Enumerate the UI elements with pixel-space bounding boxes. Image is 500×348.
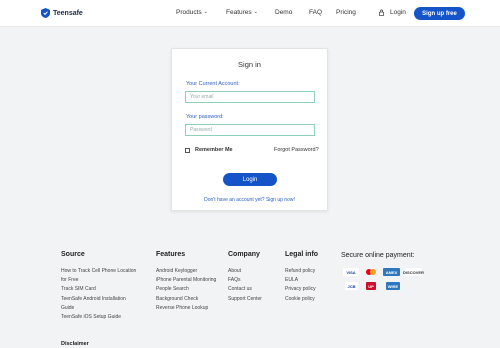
footer-link[interactable]: EULA: [285, 276, 335, 285]
password-field[interactable]: Password: [185, 124, 315, 136]
nav-login[interactable]: Login: [378, 9, 406, 16]
footer-link[interactable]: Background Check: [156, 295, 218, 304]
footer-link[interactable]: TeenSafe iOS Setup Guide: [61, 313, 139, 322]
shield-logo-icon: [41, 8, 50, 18]
chevron-down-icon: ⌄: [203, 9, 208, 15]
nav-pricing[interactable]: Pricing: [336, 9, 356, 16]
wire-transfer-icon: WIRE: [386, 282, 400, 290]
disclaimer-link[interactable]: Disclaimer: [61, 341, 89, 347]
footer-link[interactable]: FAQs: [228, 276, 278, 285]
footer-link[interactable]: Contact us: [228, 285, 278, 294]
footer-link[interactable]: Android Keylogger: [156, 267, 218, 276]
logo-text: Teensafe: [53, 9, 83, 17]
footer-link[interactable]: Track SIM Card: [61, 285, 139, 294]
footer-link[interactable]: People Search: [156, 285, 218, 294]
discover-icon: DISCOVER: [403, 268, 424, 276]
footer-link[interactable]: Cookie policy: [285, 295, 335, 304]
mastercard-icon: [364, 268, 378, 276]
chevron-down-icon: ⌄: [253, 9, 258, 15]
top-navbar: Teensafe Products ⌄ Features ⌄ Demo FAQ Pr…: [0, 0, 500, 27]
unionpay-icon: UP: [366, 282, 376, 290]
footer-link[interactable]: Support Center: [228, 295, 278, 304]
secure-payment-title: Secure online payment:: [341, 252, 415, 259]
remember-me[interactable]: Remember Me: [185, 147, 233, 153]
footer-source-title: Source: [61, 251, 85, 258]
nav-login-label: Login: [390, 9, 406, 16]
lock-icon: [378, 9, 385, 16]
jcb-icon: JCB: [345, 282, 358, 290]
nav-features-label: Features: [226, 9, 252, 16]
mastercard-orange-circle: [370, 269, 376, 275]
footer-legal-title: Legal info: [285, 251, 319, 258]
footer-legal-list: Refund policy EULA Privacy policy Cookie…: [285, 267, 335, 304]
signin-card: Sign in Your Current Account: Your email…: [171, 48, 328, 211]
nav-features[interactable]: Features ⌄: [226, 9, 258, 16]
nav-products[interactable]: Products ⌄: [176, 9, 208, 16]
login-button[interactable]: Login: [223, 173, 277, 186]
footer-link[interactable]: TeenSafe Android Installation Guide: [61, 295, 139, 313]
nav-demo[interactable]: Demo: [275, 9, 292, 16]
account-label: Your Current Account:: [186, 81, 240, 87]
footer-link[interactable]: Refund policy: [285, 267, 335, 276]
footer-link[interactable]: Privacy policy: [285, 285, 335, 294]
footer-features-title: Features: [156, 251, 186, 258]
footer-company-list: About FAQs Contact us Support Center: [228, 267, 278, 304]
signup-button[interactable]: Sign up free: [414, 7, 465, 20]
footer-link[interactable]: iPhone Parental Monitoring: [156, 276, 218, 285]
footer-link[interactable]: Reverse Phone Lookup: [156, 304, 218, 313]
remember-label: Remember Me: [195, 147, 233, 153]
remember-checkbox[interactable]: [185, 147, 190, 153]
footer-link[interactable]: How to Track Cell Phone Location for Fre…: [61, 267, 139, 285]
footer-features-list: Android Keylogger iPhone Parental Monito…: [156, 267, 218, 313]
email-field[interactable]: Your email: [185, 91, 315, 103]
signup-link[interactable]: Don't have an account yet? Sign up now!: [172, 197, 327, 203]
signin-title: Sign in: [238, 60, 261, 69]
footer-source-list: How to Track Cell Phone Location for Fre…: [61, 267, 139, 322]
visa-icon: VISA: [343, 268, 359, 276]
nav-products-label: Products: [176, 9, 202, 16]
forgot-password-link[interactable]: Forgot Password?: [274, 147, 319, 153]
footer-company-title: Company: [228, 251, 260, 258]
logo[interactable]: Teensafe: [41, 8, 83, 18]
amex-icon: AMEX: [383, 268, 400, 276]
password-label: Your password:: [186, 114, 224, 120]
nav-faq[interactable]: FAQ: [309, 9, 322, 16]
footer-link[interactable]: About: [228, 267, 278, 276]
